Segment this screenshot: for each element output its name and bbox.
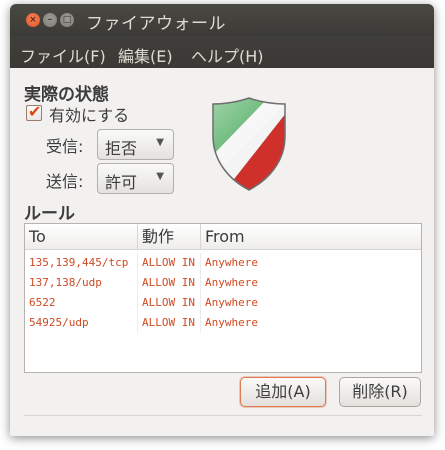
column-header-to[interactable]: To <box>25 224 138 250</box>
window-title: ファイアウォール <box>86 14 226 34</box>
menu-file[interactable]: ファイル(F) <box>20 43 106 67</box>
rules-table[interactable]: To 動作 From 135,139,445/tcp ALLOW IN Anyw… <box>24 223 422 373</box>
incoming-label: 受信: <box>46 137 84 156</box>
rule-to: 137,138/udp <box>25 273 138 293</box>
enable-firewall-label[interactable]: 有効にする <box>49 102 129 126</box>
rule-from: Anywhere <box>205 316 258 329</box>
rule-to: 54925/udp <box>25 313 138 333</box>
outgoing-label: 送信: <box>46 172 84 191</box>
table-row[interactable]: 54925/udp ALLOW IN Anywhere <box>25 313 421 333</box>
rule-action: ALLOW IN <box>138 253 201 273</box>
menu-edit[interactable]: 編集(E) <box>118 43 173 67</box>
rule-action: ALLOW IN <box>138 293 201 313</box>
table-row[interactable]: 6522 ALLOW IN Anywhere <box>25 293 421 313</box>
rule-action: ALLOW IN <box>138 273 201 293</box>
minimize-window-icon[interactable]: – <box>43 13 57 27</box>
divider <box>24 415 422 416</box>
rules-table-header: To 動作 From <box>25 224 421 250</box>
column-header-action[interactable]: 動作 <box>138 224 201 250</box>
table-row[interactable]: 137,138/udp ALLOW IN Anywhere <box>25 273 421 293</box>
rule-to: 6522 <box>25 293 138 313</box>
rule-from: Anywhere <box>205 256 258 269</box>
firewall-window: × – □ ファイアウォール ファイル(F) 編集(E) ヘルプ(H) 実際の状… <box>10 4 434 436</box>
menu-help[interactable]: ヘルプ(H) <box>191 43 264 67</box>
menu-bar: ファイル(F) 編集(E) ヘルプ(H) <box>10 36 434 68</box>
rule-action: ALLOW IN <box>138 313 201 333</box>
rule-from: Anywhere <box>205 276 258 289</box>
rules-heading: ルール <box>24 204 75 224</box>
chevron-down-icon: ▼ <box>156 171 164 182</box>
maximize-window-icon[interactable]: □ <box>60 13 74 27</box>
title-bar: × – □ ファイアウォール <box>10 4 434 36</box>
add-rule-button[interactable]: 追加(A) <box>240 377 326 407</box>
table-row[interactable]: 135,139,445/tcp ALLOW IN Anywhere <box>25 253 421 273</box>
gufw-shield-icon <box>212 97 286 191</box>
chevron-down-icon: ▼ <box>156 137 164 148</box>
delete-rule-button[interactable]: 削除(R) <box>339 377 421 407</box>
incoming-policy-select[interactable]: 拒否 ▼ <box>97 129 174 160</box>
main-panel: 実際の状態 ✔ 有効にする 受信: 拒否 ▼ 送信: 許可 ▼ ルール To 動… <box>10 68 434 436</box>
rule-to: 135,139,445/tcp <box>25 253 138 273</box>
enable-firewall-checkbox[interactable]: ✔ <box>26 102 42 121</box>
check-icon: ✔ <box>28 102 42 121</box>
close-window-icon[interactable]: × <box>26 13 40 27</box>
column-header-from[interactable]: From <box>201 224 421 250</box>
rule-from: Anywhere <box>205 296 258 309</box>
incoming-policy-value: 拒否 <box>105 139 138 158</box>
outgoing-policy-select[interactable]: 許可 ▼ <box>97 163 174 194</box>
outgoing-policy-value: 許可 <box>105 173 138 192</box>
